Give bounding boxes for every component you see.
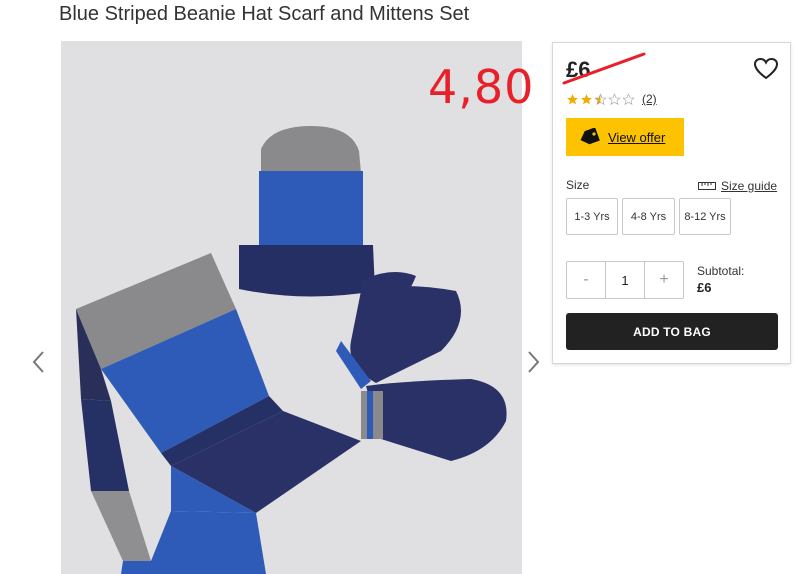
price-strikethrough [562, 52, 646, 85]
ruler-icon [698, 182, 716, 190]
product-photo [61, 41, 522, 574]
purchase-panel: £6 (2) View offer Size Size guide 1-3 Yr… [552, 42, 791, 364]
star-half-icon [594, 92, 607, 105]
size-option-1-3[interactable]: 1-3 Yrs [566, 198, 618, 235]
price-tag-icon [580, 128, 600, 145]
size-option-4-8[interactable]: 4-8 Yrs [622, 198, 675, 235]
view-offer-label: View offer [608, 129, 666, 145]
quantity-value[interactable]: 1 [605, 262, 645, 298]
quantity-increase-button[interactable]: + [645, 262, 683, 298]
next-image-arrow-icon[interactable] [521, 346, 545, 378]
view-offer-button[interactable]: View offer [566, 118, 684, 156]
product-image[interactable] [61, 41, 522, 574]
size-guide-link[interactable]: Size guide [698, 179, 777, 193]
add-to-bag-button[interactable]: ADD TO BAG [566, 313, 778, 350]
quantity-stepper: - 1 + [566, 261, 684, 299]
star-full-icon [567, 93, 578, 104]
subtotal: Subtotal: £6 [697, 264, 744, 295]
star-rating: (2) [566, 92, 657, 106]
size-option-8-12[interactable]: 8-12 Yrs [679, 198, 731, 235]
subtotal-value: £6 [697, 280, 712, 295]
size-options: 1-3 Yrs 4-8 Yrs 8-12 Yrs [566, 198, 731, 235]
size-guide-label: Size guide [721, 179, 778, 193]
star-empty-icon [622, 92, 635, 105]
star-full-icon [581, 93, 592, 104]
review-count-link[interactable]: (2) [642, 92, 657, 106]
handwritten-price-annotation: 4,80 [428, 60, 535, 114]
star-empty-icon [608, 92, 621, 105]
quantity-decrease-button[interactable]: - [567, 262, 605, 298]
size-label: Size [566, 178, 590, 192]
previous-image-arrow-icon[interactable] [27, 346, 51, 378]
subtotal-label: Subtotal: [697, 264, 745, 278]
price: £6 [562, 52, 646, 85]
page-title: Blue Striped Beanie Hat Scarf and Mitten… [59, 3, 470, 25]
wishlist-heart-icon[interactable] [753, 57, 779, 81]
